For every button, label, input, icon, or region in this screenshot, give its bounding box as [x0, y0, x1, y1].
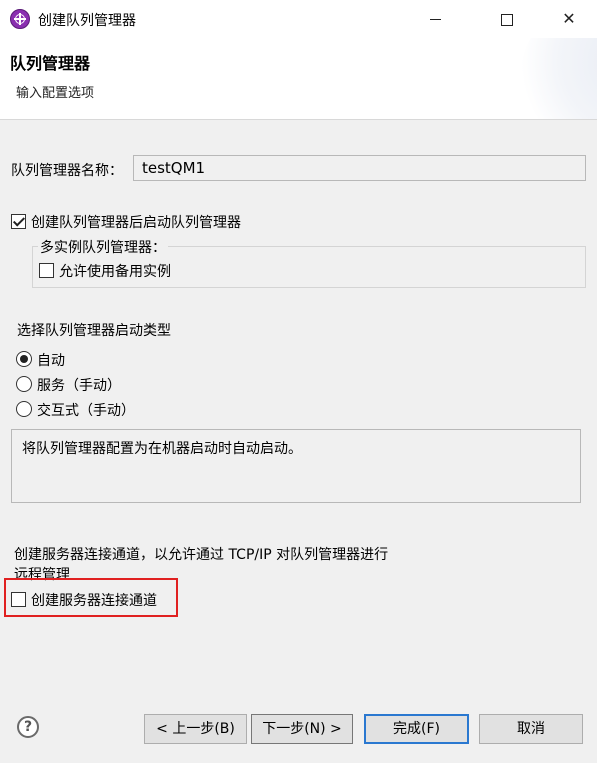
startup-auto-label[interactable]: 自动: [37, 350, 65, 370]
close-button[interactable]: ✕: [546, 0, 592, 38]
page-subtitle: 输入配置选项: [16, 86, 95, 101]
startup-service-radio[interactable]: [16, 376, 32, 392]
finish-button[interactable]: 完成(F): [364, 714, 469, 744]
app-icon: [10, 9, 30, 29]
server-channel-description: 创建服务器连接通道，以允许通过 TCP/IP 对队列管理器进行: [14, 547, 389, 563]
cancel-button[interactable]: 取消: [479, 714, 583, 744]
close-icon: ✕: [562, 9, 576, 28]
window-title: 创建队列管理器: [38, 13, 136, 29]
allow-standby-label[interactable]: 允许使用备用实例: [59, 261, 171, 281]
multi-instance-group-label: 多实例队列管理器：: [38, 237, 168, 257]
startup-auto-radio[interactable]: [16, 351, 32, 367]
qm-name-field[interactable]: testQM1: [133, 155, 586, 181]
startup-service-label[interactable]: 服务（手动）: [37, 375, 121, 395]
startup-type-label: 选择队列管理器启动类型: [17, 323, 171, 339]
start-after-create-checkbox[interactable]: [11, 214, 26, 229]
banner-decoration: [520, 38, 597, 119]
back-button[interactable]: < 上一步(B): [144, 714, 247, 744]
start-after-create-label[interactable]: 创建队列管理器后启动队列管理器: [31, 212, 241, 232]
startup-interactive-label[interactable]: 交互式（手动）: [37, 400, 135, 420]
help-icon[interactable]: ?: [17, 716, 39, 738]
minimize-button[interactable]: [412, 0, 458, 38]
wizard-header: 队列管理器 输入配置选项: [0, 38, 597, 120]
maximize-button[interactable]: [484, 0, 530, 38]
startup-description-text: 将队列管理器配置为在机器启动时自动启动。: [22, 441, 302, 457]
qm-name-label: 队列管理器名称：: [11, 163, 123, 179]
page-title: 队列管理器: [10, 54, 91, 73]
startup-description-box: 将队列管理器配置为在机器启动时自动启动。: [11, 429, 581, 503]
title-bar: 创建队列管理器 ✕: [0, 0, 597, 38]
highlight-box: [4, 578, 178, 617]
minimize-icon: [429, 19, 441, 20]
next-button[interactable]: 下一步(N) >: [251, 714, 353, 744]
startup-interactive-radio[interactable]: [16, 401, 32, 417]
maximize-icon: [501, 13, 513, 26]
allow-standby-checkbox[interactable]: [39, 263, 54, 278]
